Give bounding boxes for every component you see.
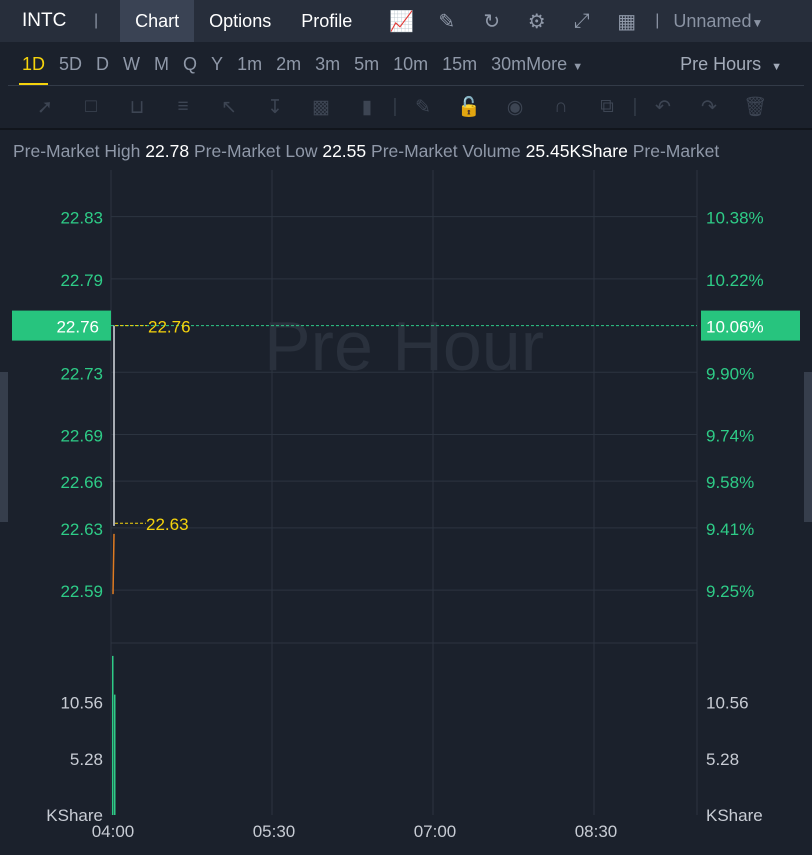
low-value: 22.55 <box>322 141 367 161</box>
time-tick: 04:00 <box>92 822 135 841</box>
arrow-icon[interactable]: ↖ <box>206 96 252 119</box>
tab-chart[interactable]: Chart <box>120 0 195 42</box>
time-tick: 05:30 <box>253 822 296 841</box>
trendline-icon[interactable]: ➚ <box>22 96 68 119</box>
price-tick: 22.73 <box>60 364 103 383</box>
tf-y[interactable]: Y <box>204 42 230 86</box>
tab-profile[interactable]: Profile <box>286 0 367 42</box>
header-bar: INTC | Chart Options Profile 📈 ✎ ↻ ⚙ ⤢ ▦… <box>0 0 812 42</box>
volume-bar <box>112 655 114 815</box>
tf-5d[interactable]: 5D <box>52 42 89 86</box>
price-tick: 22.66 <box>60 473 103 492</box>
price-chart[interactable]: Pre Hour 22.83 10.38% 22.79 10.22% 22.73 9.90%… <box>0 170 812 850</box>
tf-1m[interactable]: 1m <box>230 42 269 86</box>
high-value: 22.78 <box>145 141 190 161</box>
watermark: Pre Hour <box>264 307 544 385</box>
volume-tick: 10.56 <box>60 693 103 712</box>
divider: | <box>632 96 638 117</box>
refresh-icon[interactable]: ↻ <box>469 9 514 34</box>
volume-label: Pre-Market Volume <box>371 141 521 161</box>
pattern-icon[interactable]: ⊔ <box>114 96 160 119</box>
fib-icon[interactable]: ≡ <box>160 96 206 118</box>
chevron-down-icon: ▼ <box>751 15 764 30</box>
chevron-down-icon: ▼ <box>771 61 782 73</box>
tf-1d[interactable]: 1D <box>15 42 52 86</box>
tf-5m[interactable]: 5m <box>347 42 386 86</box>
lock-icon[interactable]: 🔓 <box>446 95 492 119</box>
layout-dropdown[interactable]: Unnamed▼ <box>673 11 763 32</box>
fullscreen-icon[interactable]: ⤢ <box>559 10 604 33</box>
time-tick: 08:30 <box>575 822 618 841</box>
tf-30m[interactable]: 30m <box>484 42 526 86</box>
high-marker-label: 22.76 <box>148 318 191 337</box>
undo-icon[interactable]: ↶ <box>640 96 686 119</box>
right-panel-toggle[interactable] <box>804 372 812 522</box>
volume-unit: KShare <box>706 806 763 825</box>
divider: | <box>655 12 660 29</box>
price-tick: 22.83 <box>60 209 103 228</box>
tab-options[interactable]: Options <box>194 0 286 42</box>
low-marker-label: 22.63 <box>146 515 189 534</box>
volume-tick: 5.28 <box>706 750 739 769</box>
gear-icon[interactable]: ⚙ <box>514 9 559 34</box>
tf-d[interactable]: D <box>89 42 116 86</box>
layers-icon[interactable]: ⧉ <box>584 96 630 118</box>
current-price-label: 22.76 <box>56 318 99 337</box>
pct-tick: 9.58% <box>706 473 754 492</box>
pct-tick: 10.22% <box>706 271 764 290</box>
current-pct-label: 10.06% <box>706 318 764 337</box>
premarket-label: Pre-Market <box>632 141 720 161</box>
measure-icon[interactable]: ↧ <box>252 96 298 119</box>
layout-name: Unnamed <box>673 10 752 31</box>
high-label: Pre-Market High <box>13 141 141 161</box>
price-tick: 22.59 <box>60 582 103 601</box>
volume-tick: 10.56 <box>706 693 749 712</box>
price-tick: 22.79 <box>60 271 103 290</box>
text-icon[interactable]: ▩ <box>298 96 344 119</box>
price-segment-down <box>112 533 115 595</box>
tf-m[interactable]: M <box>147 42 176 86</box>
tf-15m[interactable]: 15m <box>435 42 484 86</box>
tf-w[interactable]: W <box>116 42 147 86</box>
price-tick: 22.69 <box>60 427 103 446</box>
volume-bar <box>114 694 116 815</box>
pct-tick: 9.25% <box>706 582 754 601</box>
session-label: Pre Hours <box>680 54 762 74</box>
premarket-info: Pre-Market High 22.78 Pre-Market Low 22.… <box>0 128 812 170</box>
indicator-chart-icon[interactable]: 📈 <box>379 9 424 34</box>
tf-q[interactable]: Q <box>176 42 204 86</box>
magnet-icon[interactable]: ∩ <box>538 96 584 118</box>
tf-more[interactable]: More ▼ <box>526 42 590 86</box>
drawing-toolbar: ➚ □ ⊔ ≡ ↖ ↧ ▩ ▮ | ✎ 🔓 ◉ ∩ ⧉ | ↶ ↷ 🗑 <box>0 86 812 128</box>
brush-icon[interactable]: ✎ <box>400 96 446 119</box>
volume-value: 25.45KShare <box>525 141 628 161</box>
divider: | <box>94 12 99 29</box>
more-label: More <box>526 54 568 74</box>
tf-3m[interactable]: 3m <box>308 42 347 86</box>
draw-pen-icon[interactable]: ✎ <box>424 9 469 34</box>
divider: | <box>392 96 398 117</box>
pct-tick: 10.38% <box>706 209 764 228</box>
session-dropdown[interactable]: Pre Hours ▼ <box>680 42 782 89</box>
rectangle-icon[interactable]: □ <box>68 96 114 118</box>
layout-grid-icon[interactable]: ▦ <box>604 9 649 34</box>
pct-tick: 9.90% <box>706 364 754 383</box>
pct-tick: 9.74% <box>706 427 754 446</box>
redo-icon[interactable]: ↷ <box>686 96 732 119</box>
volume-tick: 5.28 <box>70 750 103 769</box>
eye-icon[interactable]: ◉ <box>492 96 538 119</box>
tf-2m[interactable]: 2m <box>269 42 308 86</box>
chevron-down-icon: ▼ <box>572 61 584 73</box>
trash-icon[interactable]: 🗑 <box>732 95 778 119</box>
left-panel-toggle[interactable] <box>0 372 8 522</box>
candle-icon[interactable]: ▮ <box>344 96 390 119</box>
low-label: Pre-Market Low <box>193 141 318 161</box>
chart-area[interactable]: Pre Hour 22.83 10.38% 22.79 10.22% 22.73 9.90%… <box>0 170 812 850</box>
timeframe-bar: 1D 5D D W M Q Y 1m 2m 3m 5m 10m 15m 30m … <box>0 42 812 86</box>
tf-10m[interactable]: 10m <box>386 42 435 86</box>
price-tick: 22.63 <box>60 520 103 539</box>
symbol-label: INTC <box>22 10 67 31</box>
pct-tick: 9.41% <box>706 520 754 539</box>
time-tick: 07:00 <box>414 822 457 841</box>
